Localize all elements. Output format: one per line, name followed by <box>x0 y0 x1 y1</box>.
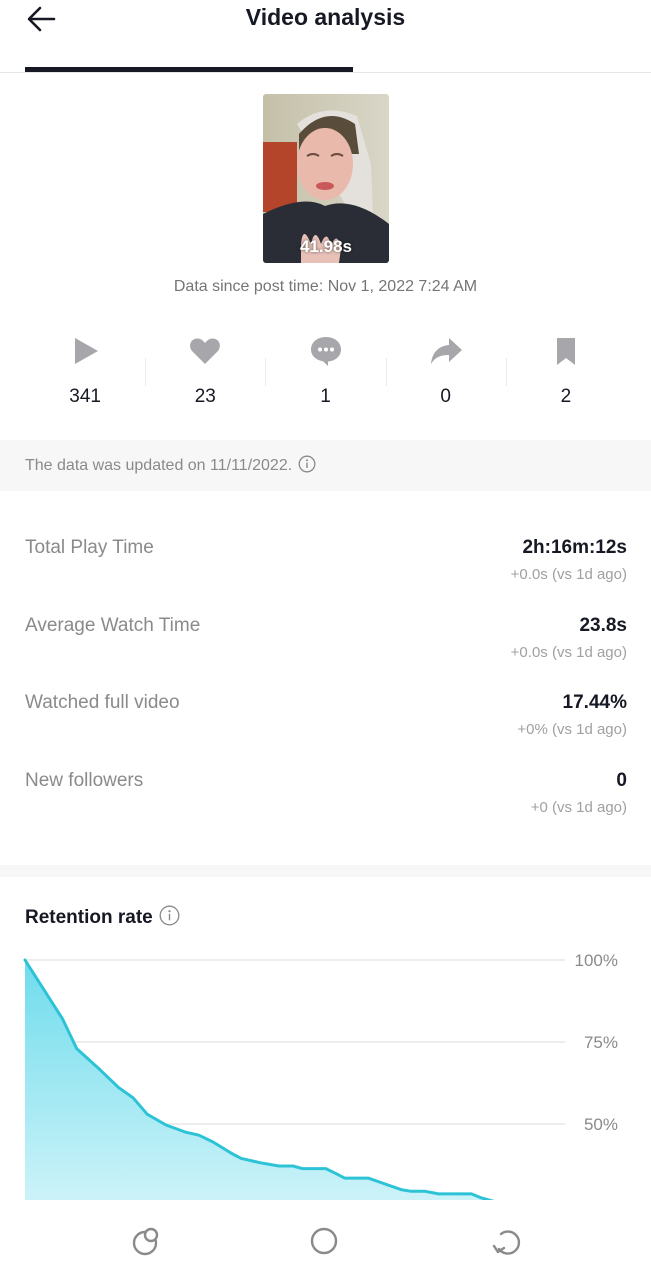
stat-saves: 2 <box>505 330 626 420</box>
data-point <box>211 1140 215 1144</box>
metric-average-watch-time: Average Watch Time 23.8s +0.0s (vs 1d ag… <box>25 606 627 684</box>
stat-comments: 1 <box>265 330 385 420</box>
retention-title: Retention rate <box>25 907 153 928</box>
video-thumbnail[interactable]: 41.98s <box>263 94 389 263</box>
retention-chart-svg: 100%75%50%25% <box>23 951 618 1200</box>
data-point <box>291 1164 295 1168</box>
data-point <box>197 1134 201 1137</box>
data-point <box>334 1172 337 1175</box>
metric-delta: +0 (vs 1d ago) <box>530 798 627 816</box>
metric-watched-full-video: Watched full video 17.44% +0% (vs 1d ago… <box>25 683 627 761</box>
metric-label: New followers <box>25 769 144 791</box>
data-point <box>399 1188 403 1191</box>
play-icon <box>75 338 99 364</box>
update-notice: The data was updated on 11/11/2022. <box>0 440 651 491</box>
data-point <box>258 1161 262 1164</box>
metric-delta: +0% (vs 1d ago) <box>517 721 627 738</box>
data-point <box>343 1176 346 1180</box>
metric-label: Watched full video <box>25 692 180 713</box>
data-point <box>99 1068 102 1072</box>
data-point <box>277 1164 280 1168</box>
heart-icon <box>190 338 221 364</box>
data-point <box>183 1130 186 1134</box>
data-point <box>301 1167 304 1170</box>
section-divider <box>0 865 651 877</box>
metric-value: 23.8s <box>579 614 627 636</box>
page-title: Video analysis <box>245 4 406 30</box>
data-point <box>456 1192 459 1196</box>
saves-count: 2 <box>560 386 572 407</box>
recents-icon <box>132 1227 159 1256</box>
back-nav-button[interactable] <box>487 1222 527 1260</box>
data-point <box>131 1096 135 1099</box>
data-point <box>23 958 27 962</box>
data-point <box>470 1192 473 1196</box>
shares-count: 0 <box>440 386 451 407</box>
data-point <box>61 1017 64 1021</box>
data-point <box>324 1167 327 1170</box>
metric-label: Average Watch Time <box>25 614 201 636</box>
metric-new-followers: New followers 0 +0 (vs 1d ago) <box>25 761 627 839</box>
home-circle-icon <box>310 1227 338 1255</box>
metric-value: 0 <box>616 769 627 791</box>
home-button[interactable] <box>305 1222 345 1260</box>
views-count: 341 <box>69 386 101 407</box>
metric-total-play-time: Total Play Time 2h:16m:12s +0.0s (vs 1d … <box>25 528 627 606</box>
data-point <box>409 1190 412 1193</box>
stat-likes: 23 <box>145 330 265 420</box>
recent-apps-button[interactable] <box>127 1222 167 1260</box>
likes-count: 23 <box>194 386 216 407</box>
comment-icon <box>310 337 341 366</box>
metric-value: 17.44% <box>562 692 627 713</box>
data-point <box>117 1086 121 1090</box>
header: Video analysis <box>0 0 651 73</box>
comments-count: 1 <box>320 386 331 407</box>
y-tick-label: 75% <box>584 1033 618 1052</box>
data-point <box>75 1047 78 1050</box>
metric-value: 2h:16m:12s <box>522 537 627 558</box>
system-navbar <box>0 1200 651 1278</box>
engagement-stats: 341 23 1 0 2 <box>25 330 626 420</box>
share-icon <box>430 338 462 364</box>
bookmark-icon <box>556 338 575 365</box>
rotate-back-icon <box>492 1230 521 1255</box>
data-point <box>366 1176 370 1180</box>
data-point <box>381 1181 384 1185</box>
update-notice-text: The data was updated on 11/11/2022. <box>25 457 293 474</box>
metric-delta: +0.0s (vs 1d ago) <box>510 566 627 583</box>
tab-indicator <box>25 67 353 72</box>
info-icon[interactable] <box>298 455 316 473</box>
data-point <box>42 988 45 991</box>
y-tick-label: 50% <box>584 1115 618 1134</box>
data-point <box>164 1123 168 1127</box>
y-tick-label: 100% <box>575 951 618 970</box>
video-duration: 41.98s <box>300 237 352 256</box>
data-point <box>437 1192 440 1196</box>
data-point <box>240 1157 243 1160</box>
metric-label: Total Play Time <box>25 537 154 558</box>
metric-delta: +0.0s (vs 1d ago) <box>510 643 627 661</box>
data-point <box>479 1196 483 1199</box>
data-point <box>146 1113 149 1116</box>
stat-views: 341 <box>25 330 145 420</box>
post-time-text: Data since post time: Nov 1, 2022 7:24 A… <box>173 278 478 295</box>
metrics-list: Total Play Time 2h:16m:12s +0.0s (vs 1d … <box>25 528 627 838</box>
retention-chart: 100%75%50%25% <box>0 940 651 1200</box>
info-icon[interactable] <box>159 905 180 926</box>
stat-shares: 0 <box>385 330 506 420</box>
data-point <box>423 1190 426 1193</box>
data-point <box>230 1152 233 1155</box>
